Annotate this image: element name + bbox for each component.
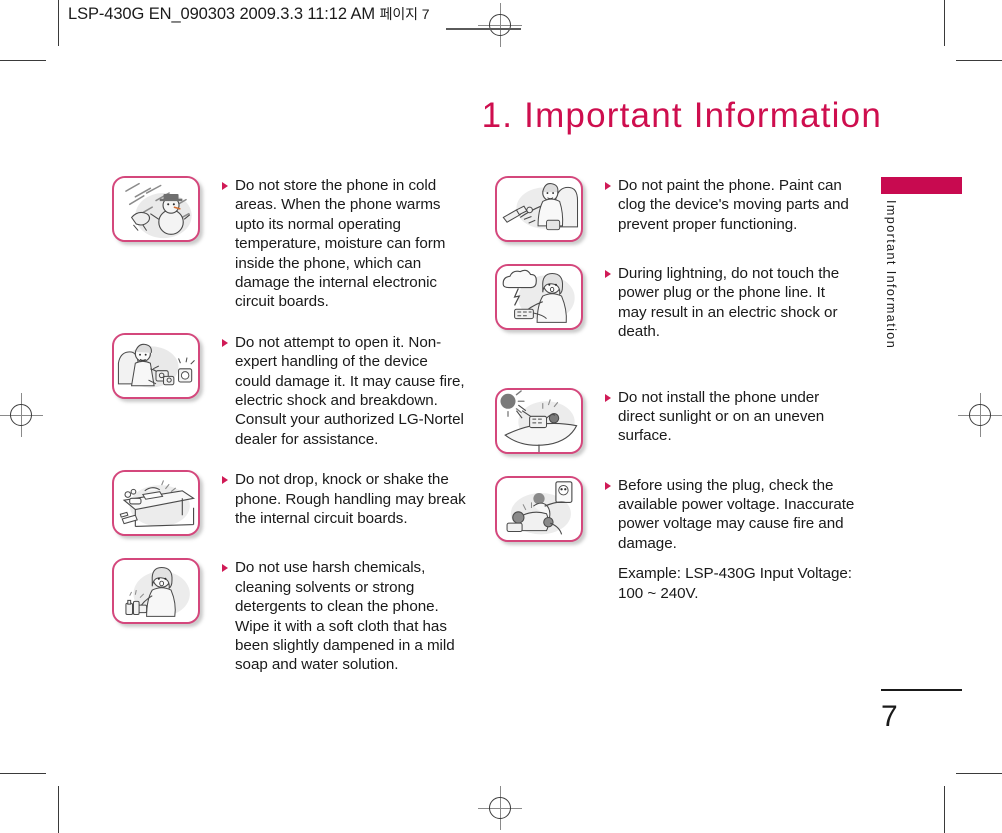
bullet-item: Do not attempt to open it. Non-expert ha… [222, 333, 467, 449]
safety-item: Do not store the phone in cold areas. Wh… [112, 176, 467, 312]
bullet-list: Do not drop, knock or shake the phone. R… [209, 470, 467, 528]
triangle-bullet-icon [605, 270, 611, 278]
triangle-bullet-icon [222, 182, 228, 190]
bullet-item: Do not store the phone in cold areas. Wh… [222, 176, 467, 312]
illustration-slot [495, 387, 592, 454]
safety-item: Before using the plug, check the availab… [495, 475, 855, 603]
bullet-text: Do not paint the phone. Paint can clog t… [618, 177, 849, 233]
bullet-list: Do not store the phone in cold areas. Wh… [209, 176, 467, 312]
bullet-item: Do not use harsh chemicals, cleaning sol… [222, 558, 467, 674]
bullet-text: Do not store the phone in cold areas. Wh… [235, 177, 446, 311]
safety-item: Do not drop, knock or shake the phone. R… [112, 470, 467, 537]
page-number: 7 [881, 700, 898, 733]
triangle-bullet-icon [222, 564, 228, 573]
sidebar-chapter-label: Important Information [884, 200, 898, 350]
triangle-bullet-icon [605, 182, 611, 190]
bullet-text: Do not install the phone under direct su… [618, 388, 825, 445]
triangle-bullet-icon [605, 393, 611, 402]
safety-item: Do not use harsh chemicals, cleaning sol… [112, 558, 467, 674]
sidebar-chapter-tab [881, 177, 962, 194]
triangle-bullet-icon [605, 481, 611, 490]
crop-mark-right-horizontal-bottom [956, 773, 1002, 774]
bullet-item: Before using the plug, check the availab… [605, 476, 855, 554]
safety-item: Do not install the phone under direct su… [495, 387, 855, 454]
illustration-slot [495, 176, 592, 242]
bullet-text: Before using the plug, check the availab… [618, 476, 855, 552]
folio-rule [881, 689, 962, 691]
illustration-slot [112, 176, 209, 242]
person-disassembling-device-icon [112, 332, 200, 399]
right-content-column: Do not paint the phone. Paint can clog t… [495, 176, 855, 603]
page-title: 1. Important Information [481, 96, 882, 135]
bullet-note-text: Example: LSP-430G Input Voltage: 100 ~ 2… [618, 565, 852, 602]
bullet-list: Do not paint the phone. Paint can clog t… [592, 176, 855, 234]
safety-item: Do not attempt to open it. Non-expert ha… [112, 332, 467, 449]
snowman-cold-weather-icon [112, 176, 200, 242]
sun-uneven-surface-icon [495, 387, 583, 454]
safety-item: Do not paint the phone. Paint can clog t… [495, 176, 855, 242]
crop-mark-right-horizontal-top [956, 60, 1002, 61]
bullet-item: Do not paint the phone. Paint can clog t… [605, 176, 855, 234]
crop-mark-left-vertical-bottom [58, 786, 59, 833]
triangle-bullet-placeholder-icon [605, 570, 611, 578]
illustration-slot [112, 470, 209, 537]
slug-underline [446, 28, 521, 30]
bullet-list: During lightning, do not touch the power… [592, 264, 855, 342]
bullet-item: During lightning, do not touch the power… [605, 264, 855, 342]
bullet-text: Do not attempt to open it. Non-expert ha… [235, 333, 465, 448]
bullet-list: Do not install the phone under direct su… [592, 388, 855, 446]
slug-filename-date: LSP-430G EN_090303 2009.3.3 11:12 AM [68, 5, 376, 23]
bullet-list: Before using the plug, check the availab… [592, 476, 855, 603]
power-plug-outlet-icon [495, 475, 583, 542]
triangle-bullet-icon [222, 476, 228, 485]
illustration-slot [495, 475, 592, 542]
crop-mark-left-horizontal-bottom [0, 773, 46, 774]
illustration-slot [112, 558, 209, 625]
bullet-item-note: Example: LSP-430G Input Voltage: 100 ~ 2… [605, 564, 855, 603]
illustration-slot [112, 332, 209, 399]
crop-mark-left-vertical-top [58, 0, 59, 46]
lightning-storm-phone-icon [495, 264, 583, 330]
phone-falling-off-desk-icon [112, 470, 200, 537]
person-painting-phone-icon [495, 176, 583, 242]
illustration-slot [495, 264, 592, 330]
bullet-item: Do not install the phone under direct su… [605, 388, 855, 446]
bullet-text: During lightning, do not touch the power… [618, 265, 840, 341]
crop-mark-right-vertical-top [944, 0, 945, 46]
triangle-bullet-icon [222, 338, 228, 347]
bullet-text: Do not use harsh chemicals, cleaning sol… [235, 559, 455, 674]
left-content-column: Do not store the phone in cold areas. Wh… [112, 176, 467, 675]
bullet-item: Do not drop, knock or shake the phone. R… [222, 470, 467, 528]
crop-mark-left-horizontal-top [0, 60, 46, 61]
woman-cleaning-with-chemicals-icon [112, 558, 200, 625]
bullet-list: Do not use harsh chemicals, cleaning sol… [209, 558, 467, 674]
bullet-text: Do not drop, knock or shake the phone. R… [235, 471, 466, 528]
slug-korean-page: 페이지 7 [379, 6, 430, 22]
bullet-list: Do not attempt to open it. Non-expert ha… [209, 333, 467, 449]
crop-mark-right-vertical-bottom [944, 786, 945, 833]
document-slug: LSP-430G EN_090303 2009.3.3 11:12 AM 페이지… [68, 4, 429, 24]
safety-item: During lightning, do not touch the power… [495, 264, 855, 342]
